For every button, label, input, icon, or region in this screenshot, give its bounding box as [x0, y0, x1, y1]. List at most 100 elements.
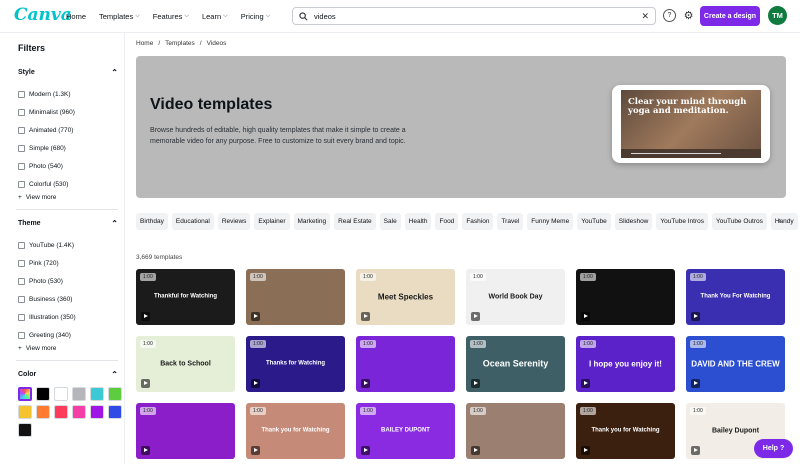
color-swatch[interactable] [36, 405, 50, 419]
category-chip[interactable]: Explainer [254, 213, 290, 230]
category-chip[interactable]: Handy [770, 213, 798, 230]
checkbox[interactable] [18, 90, 25, 98]
theme-section-header[interactable]: Theme ⌃ [18, 219, 118, 228]
checkbox[interactable] [18, 180, 25, 188]
checkbox[interactable] [18, 241, 25, 249]
template-card[interactable]: 1:00 [466, 403, 565, 459]
color-swatch[interactable] [72, 387, 86, 401]
style-option[interactable]: Animated (770) [18, 121, 124, 139]
nav-home[interactable]: Home [66, 12, 86, 21]
category-chip[interactable]: Health [404, 213, 432, 230]
template-card[interactable]: Thank you for Watching 1:00 [576, 403, 675, 459]
template-card[interactable]: Thank you for Watching 1:00 [246, 403, 345, 459]
theme-view-more[interactable]: + View more [18, 345, 124, 352]
checkbox[interactable] [18, 162, 25, 170]
template-card[interactable]: World Book Day 1:00 [466, 269, 565, 325]
filters-sidebar: Filters Style ⌃ Modern (1.3K) Minimalist … [0, 33, 125, 464]
checkbox[interactable] [18, 144, 25, 152]
color-swatch[interactable] [18, 405, 32, 419]
template-card[interactable]: BAILEY DUPONT 1:00 [356, 403, 455, 459]
checkbox[interactable] [18, 108, 25, 116]
category-chip[interactable]: Slideshow [614, 213, 653, 230]
color-section-header[interactable]: Color ⌃ [18, 370, 118, 379]
nav-templates[interactable]: Templates ⌵ [99, 12, 140, 21]
theme-option[interactable]: Illustration (350) [18, 308, 124, 326]
template-card[interactable]: Thank You For Watching 1:00 [686, 269, 785, 325]
template-card[interactable]: I hope you enjoy it! 1:00 [576, 336, 675, 392]
theme-option[interactable]: YouTube (1.4K) [18, 236, 124, 254]
category-chip[interactable]: Fashion [462, 213, 494, 230]
category-chip[interactable]: YouTube Intros [656, 213, 708, 230]
duration-badge: 1:00 [580, 407, 596, 415]
checkbox[interactable] [18, 313, 25, 321]
category-chip[interactable]: Real Estate [334, 213, 376, 230]
category-chip[interactable]: Birthday [136, 213, 168, 230]
template-card[interactable]: DAVID AND THE CREW 1:00 [686, 336, 785, 392]
avatar[interactable]: TM [768, 6, 787, 25]
style-section-header[interactable]: Style ⌃ [18, 68, 118, 77]
color-swatch[interactable] [54, 387, 68, 401]
template-card[interactable]: Ocean Serenity 1:00 [466, 336, 565, 392]
color-swatch[interactable] [18, 423, 32, 437]
theme-option[interactable]: Photo (530) [18, 272, 124, 290]
nav-learn[interactable]: Learn ⌵ [202, 12, 228, 21]
search-input[interactable] [314, 11, 636, 21]
color-swatch[interactable] [90, 405, 104, 419]
category-chip[interactable]: Food [435, 213, 459, 230]
template-card[interactable]: Thankful for Watching 1:00 [136, 269, 235, 325]
template-card[interactable]: Thanks for Watching 1:00 [246, 336, 345, 392]
template-title: Thankful for Watching [153, 293, 218, 300]
theme-option[interactable]: Greeting (340) [18, 326, 124, 344]
category-chip[interactable]: Reviews [217, 213, 251, 230]
chevron-right-icon[interactable]: › [778, 215, 781, 225]
help-button[interactable]: Help? [754, 439, 793, 458]
checkbox[interactable] [18, 126, 25, 134]
checkbox[interactable] [18, 331, 25, 339]
nav-features[interactable]: Features ⌵ [153, 12, 189, 21]
template-card[interactable]: Meet Speckles 1:00 [356, 269, 455, 325]
category-chip[interactable]: Marketing [293, 213, 331, 230]
play-icon [251, 379, 260, 388]
style-option[interactable]: Modern (1.3K) [18, 85, 124, 103]
color-swatch[interactable] [108, 387, 122, 401]
template-card[interactable]: 1:00 [576, 269, 675, 325]
style-option[interactable]: Minimalist (960) [18, 103, 124, 121]
category-chip[interactable]: Educational [171, 213, 214, 230]
nav-pricing[interactable]: Pricing ⌵ [241, 12, 271, 21]
color-swatch[interactable] [72, 405, 86, 419]
create-design-button[interactable]: Create a design [700, 6, 760, 26]
color-swatch[interactable] [18, 387, 32, 401]
checkbox[interactable] [18, 259, 25, 267]
duration-badge: 1:00 [470, 273, 486, 281]
help-circle-icon[interactable]: ? [663, 9, 676, 22]
style-option[interactable]: Colorful (530) [18, 175, 124, 193]
category-chip[interactable]: Funny Meme [527, 213, 574, 230]
plus-icon: + [18, 345, 22, 352]
canva-logo[interactable]: Canva [14, 5, 72, 25]
gear-icon[interactable]: ⚙ [682, 9, 695, 22]
category-chip[interactable]: YouTube [577, 213, 611, 230]
play-icon [471, 312, 480, 321]
template-card[interactable]: 1:00 [136, 403, 235, 459]
checkbox[interactable] [18, 277, 25, 285]
style-option[interactable]: Photo (540) [18, 157, 124, 175]
checkbox[interactable] [18, 295, 25, 303]
template-card[interactable]: Back to School 1:00 [136, 336, 235, 392]
breadcrumb-home[interactable]: Home [136, 40, 153, 47]
chevron-down-icon: ⌵ [135, 13, 140, 19]
style-option[interactable]: Simple (680) [18, 139, 124, 157]
category-chip[interactable]: Travel [497, 213, 524, 230]
template-card[interactable]: 1:00 [356, 336, 455, 392]
theme-option[interactable]: Pink (720) [18, 254, 124, 272]
color-swatch[interactable] [54, 405, 68, 419]
style-view-more[interactable]: + View more [18, 194, 124, 201]
category-chip[interactable]: YouTube Outros [712, 213, 767, 230]
color-swatch[interactable] [36, 387, 50, 401]
clear-search-icon[interactable]: ✕ [641, 11, 649, 22]
template-card[interactable]: 1:00 [246, 269, 345, 325]
breadcrumb-templates[interactable]: Templates [165, 40, 195, 47]
color-swatch[interactable] [108, 405, 122, 419]
color-swatch[interactable] [90, 387, 104, 401]
theme-option[interactable]: Business (360) [18, 290, 124, 308]
category-chip[interactable]: Sale [379, 213, 401, 230]
